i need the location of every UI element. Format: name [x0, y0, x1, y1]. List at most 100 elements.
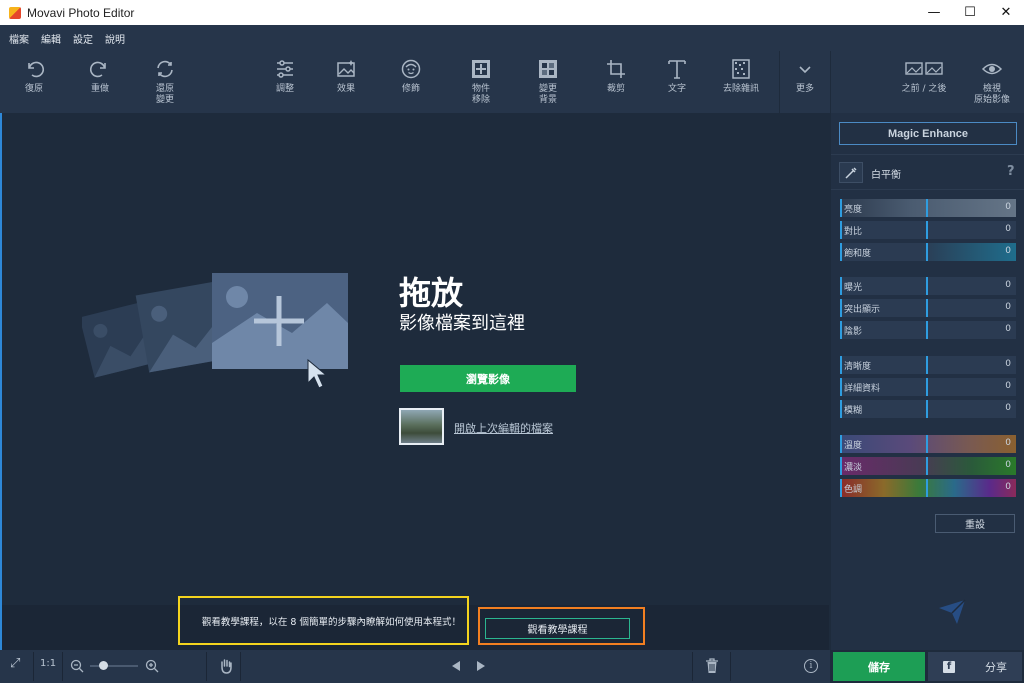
slider-handle[interactable] [926, 479, 928, 497]
undo-button[interactable]: 復原 [4, 56, 64, 112]
window-title: Movavi Photo Editor [27, 5, 135, 20]
actual-size-button[interactable]: 1:1 [40, 658, 56, 669]
slider-8[interactable]: 模糊 0 [840, 400, 1016, 418]
maximize-button[interactable]: ☐ [952, 0, 988, 25]
drop-images-illustration-icon [82, 273, 348, 389]
status-bar: ⤢ 1:1 i [0, 650, 830, 683]
slider-handle[interactable] [926, 221, 928, 239]
retouch-button[interactable]: 修飾 [381, 56, 441, 112]
help-icon[interactable]: ? [1007, 164, 1015, 179]
slider-handle[interactable] [926, 277, 928, 295]
reset-button[interactable]: 重設 [935, 514, 1015, 533]
tutorial-message: 觀看教學課程，以在 8 個簡單的步驟內瞭解如何使用本程式！ [178, 596, 469, 645]
slider-handle[interactable] [926, 356, 928, 374]
slider-label: 對比 [844, 227, 863, 237]
slider-9[interactable]: 溫度 0 [840, 435, 1016, 453]
menu-edit[interactable]: 編輯 [41, 31, 61, 46]
slider-handle[interactable] [926, 243, 928, 261]
slider-2[interactable]: 飽和度 0 [840, 243, 1016, 261]
slider-5[interactable]: 陰影 0 [840, 321, 1016, 339]
slider-handle[interactable] [926, 457, 928, 475]
slider-edge [840, 479, 842, 497]
slider-handle[interactable] [926, 378, 928, 396]
slider-handle[interactable] [926, 321, 928, 339]
magic-enhance-button[interactable]: Magic Enhance [839, 122, 1017, 145]
title-bar: Movavi Photo Editor — ☐ ✕ [0, 0, 1024, 25]
open-last-edited-link[interactable]: 開啟上次編輯的檔案 [454, 420, 553, 436]
restore-icon [157, 60, 173, 78]
hand-tool-icon[interactable] [219, 658, 233, 674]
menu-settings[interactable]: 設定 [73, 31, 93, 46]
slider-handle[interactable] [926, 199, 928, 217]
white-balance-picker-button[interactable] [839, 162, 863, 183]
slider-edge [840, 457, 842, 475]
slider-6[interactable]: 清晰度 0 [840, 356, 1016, 374]
crop-button[interactable]: 裁剪 [586, 56, 646, 112]
before-after-button[interactable]: 之前 / 之後 [889, 56, 959, 112]
slider-value: 0 [1005, 246, 1011, 256]
previous-image-icon[interactable] [450, 660, 462, 672]
redo-button[interactable]: 重做 [70, 56, 130, 112]
denoise-button[interactable]: 去除雜訊 [711, 56, 771, 112]
slider-handle[interactable] [926, 435, 928, 453]
zoom-slider-knob[interactable] [99, 661, 109, 670]
slider-0[interactable]: 亮度 0 [840, 199, 1016, 217]
slider-3[interactable]: 曝光 0 [840, 277, 1016, 295]
zoom-slider[interactable] [90, 665, 138, 667]
slider-label: 曝光 [844, 283, 863, 293]
slider-edge [840, 356, 842, 374]
slider-handle[interactable] [926, 299, 928, 317]
view-original-button[interactable]: 檢視 原始影像 [962, 56, 1022, 112]
browse-images-button[interactable]: 瀏覽影像 [400, 365, 576, 392]
object-removal-button[interactable]: 物件 移除 [451, 56, 511, 112]
slider-handle[interactable] [926, 400, 928, 418]
more-button[interactable]: 更多 [775, 56, 835, 112]
restore-changes-button[interactable]: 還原 變更 [135, 56, 195, 112]
eye-icon [981, 63, 1003, 75]
info-icon[interactable]: i [804, 659, 818, 673]
zoom-in-icon[interactable] [145, 659, 159, 673]
slider-11[interactable]: 色調 0 [840, 479, 1016, 497]
app-logo-icon [9, 6, 21, 19]
share-button[interactable]: f 分享 [928, 652, 1022, 681]
slider-label: 亮度 [844, 205, 863, 215]
minimize-button[interactable]: — [916, 0, 952, 25]
slider-edge [840, 299, 842, 317]
toolbar: 復原 重做 還原 變更 調整 效果 修飾 物件 移除 變更 背景 裁剪 文字 去… [0, 51, 830, 113]
redo-icon [90, 61, 106, 78]
text-button[interactable]: 文字 [647, 56, 707, 112]
menu-help[interactable]: 說明 [105, 31, 125, 46]
slider-value: 0 [1005, 324, 1011, 334]
slider-1[interactable]: 對比 0 [840, 221, 1016, 239]
slider-label: 模糊 [844, 406, 863, 416]
slider-10[interactable]: 濃淡 0 [840, 457, 1016, 475]
slider-label: 飽和度 [844, 249, 872, 259]
recent-file-thumbnail[interactable] [399, 408, 444, 445]
trash-icon[interactable] [705, 658, 719, 674]
view-toolbar: 之前 / 之後 檢視 原始影像 [831, 51, 1024, 113]
drop-zone[interactable] [2, 113, 829, 605]
close-button[interactable]: ✕ [988, 0, 1024, 25]
next-image-icon[interactable] [475, 660, 487, 672]
chevron-down-icon [799, 66, 811, 74]
adjust-button[interactable]: 調整 [255, 56, 315, 112]
slider-7[interactable]: 詳細資料 0 [840, 378, 1016, 396]
fit-to-screen-icon[interactable]: ⤢ [10, 656, 20, 671]
effects-icon [337, 60, 355, 77]
change-background-button[interactable]: 變更 背景 [518, 56, 578, 112]
slider-edge [840, 277, 842, 295]
slider-4[interactable]: 突出顯示 0 [840, 299, 1016, 317]
zoom-out-icon[interactable] [70, 659, 84, 673]
slider-value: 0 [1005, 482, 1011, 492]
effects-button[interactable]: 效果 [316, 56, 376, 112]
menu-file[interactable]: 檔案 [9, 31, 29, 46]
slider-value: 0 [1005, 403, 1011, 413]
save-button[interactable]: 儲存 [833, 652, 925, 681]
slider-value: 0 [1005, 302, 1011, 312]
slider-value: 0 [1005, 202, 1011, 212]
slider-label: 清晰度 [844, 362, 872, 372]
share-label: 分享 [985, 660, 1007, 674]
watermark-logo-icon [939, 599, 966, 624]
slider-edge [840, 321, 842, 339]
watch-tutorial-button[interactable]: 觀看教學課程 [485, 618, 630, 639]
